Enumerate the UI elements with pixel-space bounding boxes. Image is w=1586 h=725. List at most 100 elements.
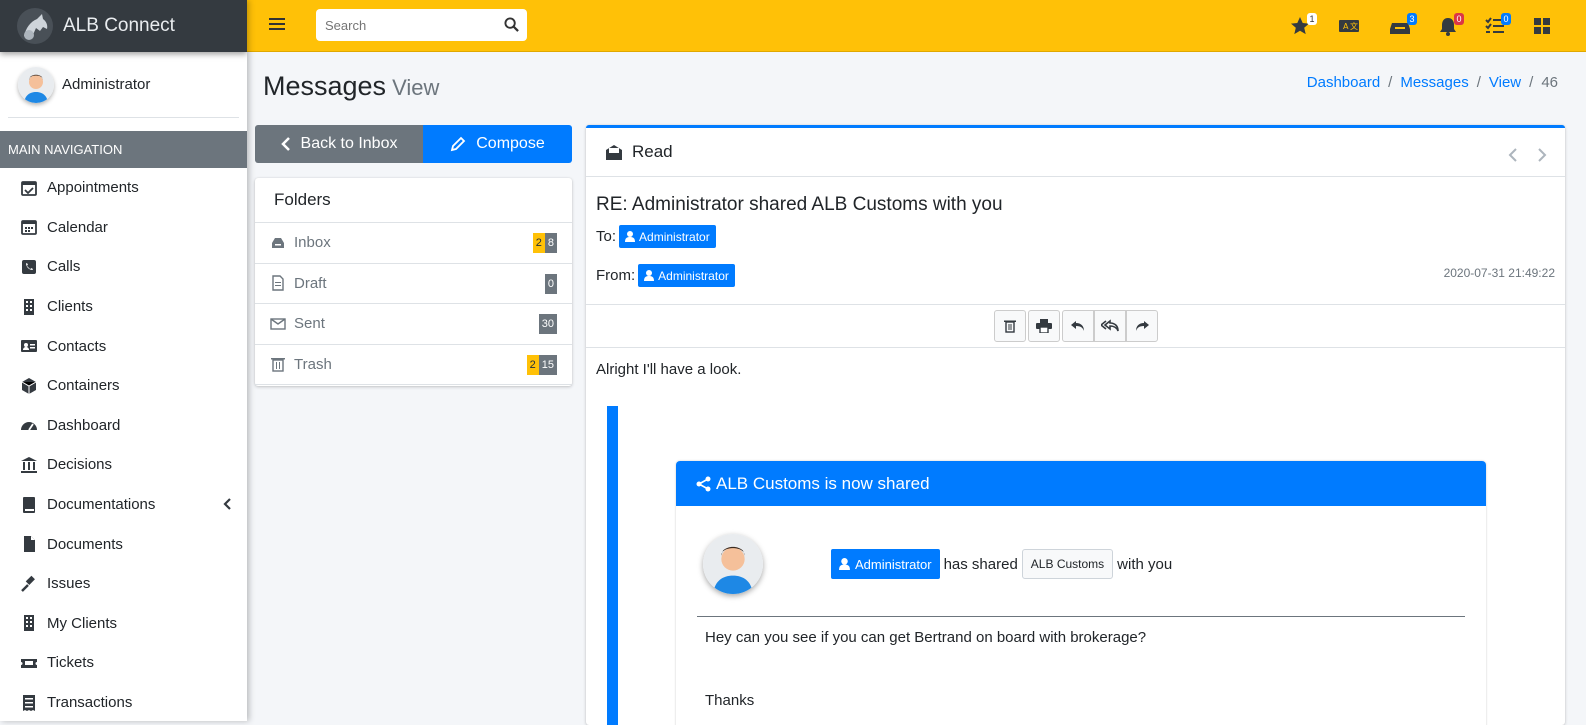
quoted-card-header: ALB Customs is now shared: [676, 461, 1486, 506]
previous-message-icon[interactable]: [1508, 148, 1518, 162]
from-sender-name: Administrator: [658, 268, 729, 283]
gavel-icon: [21, 575, 35, 592]
sidebar-item-documentations[interactable]: Documentations: [0, 485, 247, 525]
to-recipient-name: Administrator: [639, 229, 710, 244]
folder-trash[interactable]: Trash 2 15: [255, 345, 572, 385]
inbox-tray-icon: [272, 237, 284, 248]
quote-bar: [607, 406, 618, 725]
reply-icon: [1071, 321, 1084, 331]
folder-count-badge: 8: [544, 233, 557, 253]
folder-badges: 28: [532, 233, 557, 253]
ticket-icon: [21, 658, 37, 668]
hamburger-menu-icon[interactable]: [269, 16, 285, 32]
folder-sent[interactable]: Sent 30: [255, 304, 572, 345]
notifications-badge: 0: [1454, 13, 1464, 25]
folder-label: Draft: [294, 274, 327, 292]
favorites-badge: 1: [1307, 13, 1317, 25]
sidebar-item-tickets[interactable]: Tickets: [0, 643, 247, 683]
user-panel[interactable]: Administrator: [8, 52, 239, 118]
sidebar-item-issues[interactable]: Issues: [0, 564, 247, 604]
message-from: From: Administrator: [596, 264, 735, 287]
sidebar-item-label: Tickets: [47, 654, 94, 672]
folder-draft[interactable]: Draft 0: [255, 264, 572, 304]
brand-link[interactable]: ALB Connect: [0, 0, 247, 52]
quoted-divider: [697, 616, 1465, 617]
receipt-icon: [23, 694, 35, 711]
sidebar-item-label: Appointments: [47, 179, 139, 197]
calendar-icon: [21, 220, 37, 236]
folder-badges: 0: [544, 273, 557, 294]
sidebar-item-appointments[interactable]: Appointments: [0, 168, 247, 208]
address-card-icon: [21, 340, 37, 353]
to-label: To:: [596, 228, 617, 245]
breadcrumb: Dashboard / Messages / View/ 46: [1306, 74, 1558, 91]
chevron-left-icon[interactable]: [223, 497, 233, 510]
reply-button[interactable]: [1062, 310, 1094, 342]
compose-button[interactable]: Compose: [423, 125, 572, 163]
svg-text:文: 文: [1350, 21, 1358, 31]
print-button[interactable]: [1028, 310, 1060, 342]
sidebar-item-calendar[interactable]: Calendar: [0, 208, 247, 248]
folder-label: Inbox: [294, 234, 331, 252]
sidebar-item-transactions[interactable]: Transactions: [0, 683, 247, 721]
language-icon[interactable]: A文: [1338, 15, 1360, 37]
shared-item-tag[interactable]: ALB Customs: [1021, 549, 1114, 579]
sidebar: ALB Connect Administrator MAIN NAVIGATIO…: [0, 0, 247, 721]
share-text-end: with you: [1117, 555, 1173, 573]
sharer-chip[interactable]: Administrator: [831, 549, 940, 579]
message-to: To: Administrator: [596, 225, 716, 248]
breadcrumb-messages[interactable]: Messages: [1400, 74, 1468, 91]
sidebar-item-label: Documentations: [47, 496, 156, 514]
forward-button[interactable]: [1126, 310, 1158, 342]
from-sender-chip[interactable]: Administrator: [638, 264, 735, 287]
sidebar-item-documents[interactable]: Documents: [0, 524, 247, 564]
sidebar-item-clients[interactable]: Clients: [0, 287, 247, 327]
sidebar-item-contacts[interactable]: Contacts: [0, 326, 247, 366]
back-to-inbox-button[interactable]: Back to Inbox: [255, 125, 423, 163]
cube-icon: [21, 377, 37, 394]
search-input[interactable]: [316, 10, 496, 40]
message-body: Alright I'll have a look.: [596, 361, 742, 378]
toolbar-divider: [586, 347, 1565, 348]
user-name: Administrator: [62, 76, 151, 93]
folder-inbox[interactable]: Inbox 2 8: [255, 223, 572, 264]
sidebar-item-dashboard[interactable]: Dashboard: [0, 406, 247, 446]
sidebar-item-label: Calendar: [47, 218, 108, 236]
breadcrumb-dashboard[interactable]: Dashboard: [1307, 74, 1380, 91]
folders-card: Folders Inbox 2 8 Draft 0 Sent 30 Trash 2 15: [255, 178, 572, 386]
reply-all-button[interactable]: [1094, 310, 1126, 342]
apps-grid-icon[interactable]: [1531, 15, 1553, 37]
folder-label: Trash: [294, 355, 332, 373]
sidebar-item-decisions[interactable]: Decisions: [0, 445, 247, 485]
delete-button[interactable]: [994, 310, 1026, 342]
message-card-header: Read: [586, 128, 1565, 177]
search-icon[interactable]: [504, 17, 519, 32]
next-message-icon[interactable]: [1537, 148, 1547, 162]
chevron-left-icon: [280, 137, 290, 151]
search-box: [316, 9, 527, 41]
sidebar-item-label: Containers: [47, 377, 120, 395]
svg-text:A: A: [1343, 22, 1349, 31]
envelope-icon: [270, 318, 286, 330]
sidebar-item-my-clients[interactable]: My Clients: [0, 604, 247, 644]
header-divider: [586, 304, 1565, 305]
quoted-signoff: Thanks: [705, 692, 755, 709]
share-text-mid: has shared: [943, 555, 1018, 573]
landmark-icon: [21, 456, 37, 473]
inbox-badge: 3: [1407, 13, 1417, 25]
trash-icon: [1004, 320, 1016, 333]
folder-badges: 30: [538, 314, 557, 334]
sidebar-item-calls[interactable]: Calls: [0, 247, 247, 287]
from-label: From:: [596, 267, 636, 284]
message-subject: RE: Administrator shared ALB Customs wit…: [596, 194, 1003, 215]
book-icon: [23, 496, 35, 513]
horse-logo-icon: [17, 8, 53, 44]
nav-header: MAIN NAVIGATION: [0, 131, 247, 168]
quoted-notification-card: ALB Customs is now shared Administrator …: [676, 461, 1486, 725]
folder-label: Sent: [294, 315, 325, 333]
envelope-open-icon: [606, 145, 622, 160]
breadcrumb-view[interactable]: View: [1489, 74, 1521, 91]
sidebar-item-containers[interactable]: Containers: [0, 366, 247, 406]
to-recipient-chip[interactable]: Administrator: [619, 225, 716, 248]
building-icon: [24, 298, 34, 315]
